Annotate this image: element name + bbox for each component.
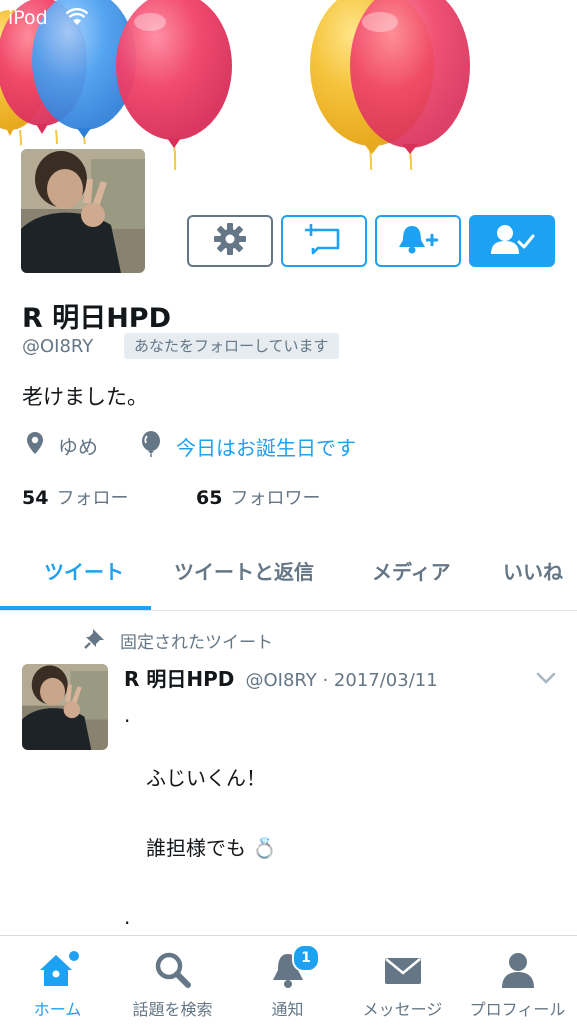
tweet-text-line: ふじいくん！ bbox=[146, 766, 266, 790]
follows-you-badge: あなたをフォローしています bbox=[124, 333, 339, 359]
following-count-link[interactable]: 54 フォロー bbox=[22, 484, 128, 510]
bell-plus-icon bbox=[396, 222, 440, 260]
followers-count: 65 bbox=[196, 487, 223, 509]
tabbar-messages[interactable]: メッセージ bbox=[345, 936, 460, 1025]
search-icon bbox=[115, 950, 230, 990]
following-label: フォロー bbox=[56, 488, 129, 509]
profile-name: R 明日HPD bbox=[22, 303, 171, 334]
notifications-toggle-button[interactable] bbox=[375, 215, 461, 267]
pin-icon bbox=[84, 627, 106, 654]
envelope-icon bbox=[345, 950, 460, 990]
notification-badge: 1 bbox=[292, 944, 320, 972]
direct-message-button[interactable] bbox=[281, 215, 367, 267]
tweet-handle-date: @OI8RY · 2017/03/11 bbox=[245, 670, 438, 691]
tweet-text-line: . bbox=[124, 703, 131, 727]
bluetooth-icon bbox=[498, 6, 512, 34]
tweet-author-name[interactable]: R 明日HPD bbox=[124, 667, 234, 691]
location-text: ゆめ bbox=[58, 435, 98, 459]
avatar-photo bbox=[21, 149, 145, 273]
tabbar-profile[interactable]: プロフィール bbox=[460, 936, 575, 1025]
tweet-avatar[interactable] bbox=[22, 664, 108, 750]
tab-tweets[interactable]: ツイート bbox=[44, 556, 124, 585]
tab-media[interactable]: メディア bbox=[372, 556, 451, 585]
profile-tabs: ツイート ツイートと返信 メディア いいね bbox=[0, 540, 577, 611]
person-icon bbox=[460, 950, 575, 990]
tabbar-label: プロフィール bbox=[469, 1000, 566, 1019]
gear-icon bbox=[213, 222, 247, 260]
profile-avatar[interactable] bbox=[16, 144, 150, 278]
tweet-text-line: . bbox=[124, 905, 131, 929]
clock-label: 9:09 bbox=[262, 6, 315, 30]
settings-button[interactable] bbox=[187, 215, 273, 267]
profile-bio: 老けました。 bbox=[22, 385, 148, 409]
tweet-text-line: 誰担様でも 💍 bbox=[146, 836, 278, 860]
location-pin-icon bbox=[26, 431, 44, 460]
status-bar: iPod 9:09 bbox=[0, 0, 577, 38]
following-button[interactable] bbox=[469, 215, 555, 267]
profile-location: ゆめ bbox=[26, 431, 98, 460]
profile-handle: @OI8RY bbox=[22, 336, 94, 357]
bottom-tab-bar: ホーム 話題を検索 1 通知 メッセージ プロフィール bbox=[0, 935, 577, 1025]
tabbar-notifications[interactable]: 1 通知 bbox=[230, 936, 345, 1025]
battery-icon bbox=[522, 11, 563, 28]
bell-icon bbox=[230, 950, 345, 990]
person-check-icon bbox=[489, 222, 535, 260]
tabbar-search[interactable]: 話題を検索 bbox=[115, 936, 230, 1025]
tabbar-home[interactable]: ホーム bbox=[0, 936, 115, 1025]
pinned-indicator: 固定されたツイート bbox=[84, 627, 273, 654]
tab-likes[interactable]: いいね bbox=[503, 556, 563, 585]
active-tab-indicator bbox=[0, 606, 151, 610]
tweet-header: R 明日HPD @OI8RY · 2017/03/11 bbox=[124, 663, 438, 692]
tweet-menu-chevron-down-icon[interactable] bbox=[536, 670, 556, 689]
followers-count-link[interactable]: 65 フォロワー bbox=[196, 484, 320, 510]
compose-quill-icon[interactable] bbox=[515, 56, 557, 96]
profile-birthday[interactable]: 今日はお誕生日です bbox=[140, 431, 356, 462]
home-icon bbox=[0, 950, 115, 990]
birthday-text: 今日はお誕生日です bbox=[176, 436, 356, 460]
tab-tweets-and-replies[interactable]: ツイートと返信 bbox=[174, 556, 314, 585]
pinned-label: 固定されたツイート bbox=[120, 633, 273, 653]
followers-label: フォロワー bbox=[230, 488, 321, 509]
following-count: 54 bbox=[22, 487, 49, 509]
balloon-icon bbox=[140, 431, 162, 462]
direct-message-plus-icon bbox=[304, 222, 344, 260]
